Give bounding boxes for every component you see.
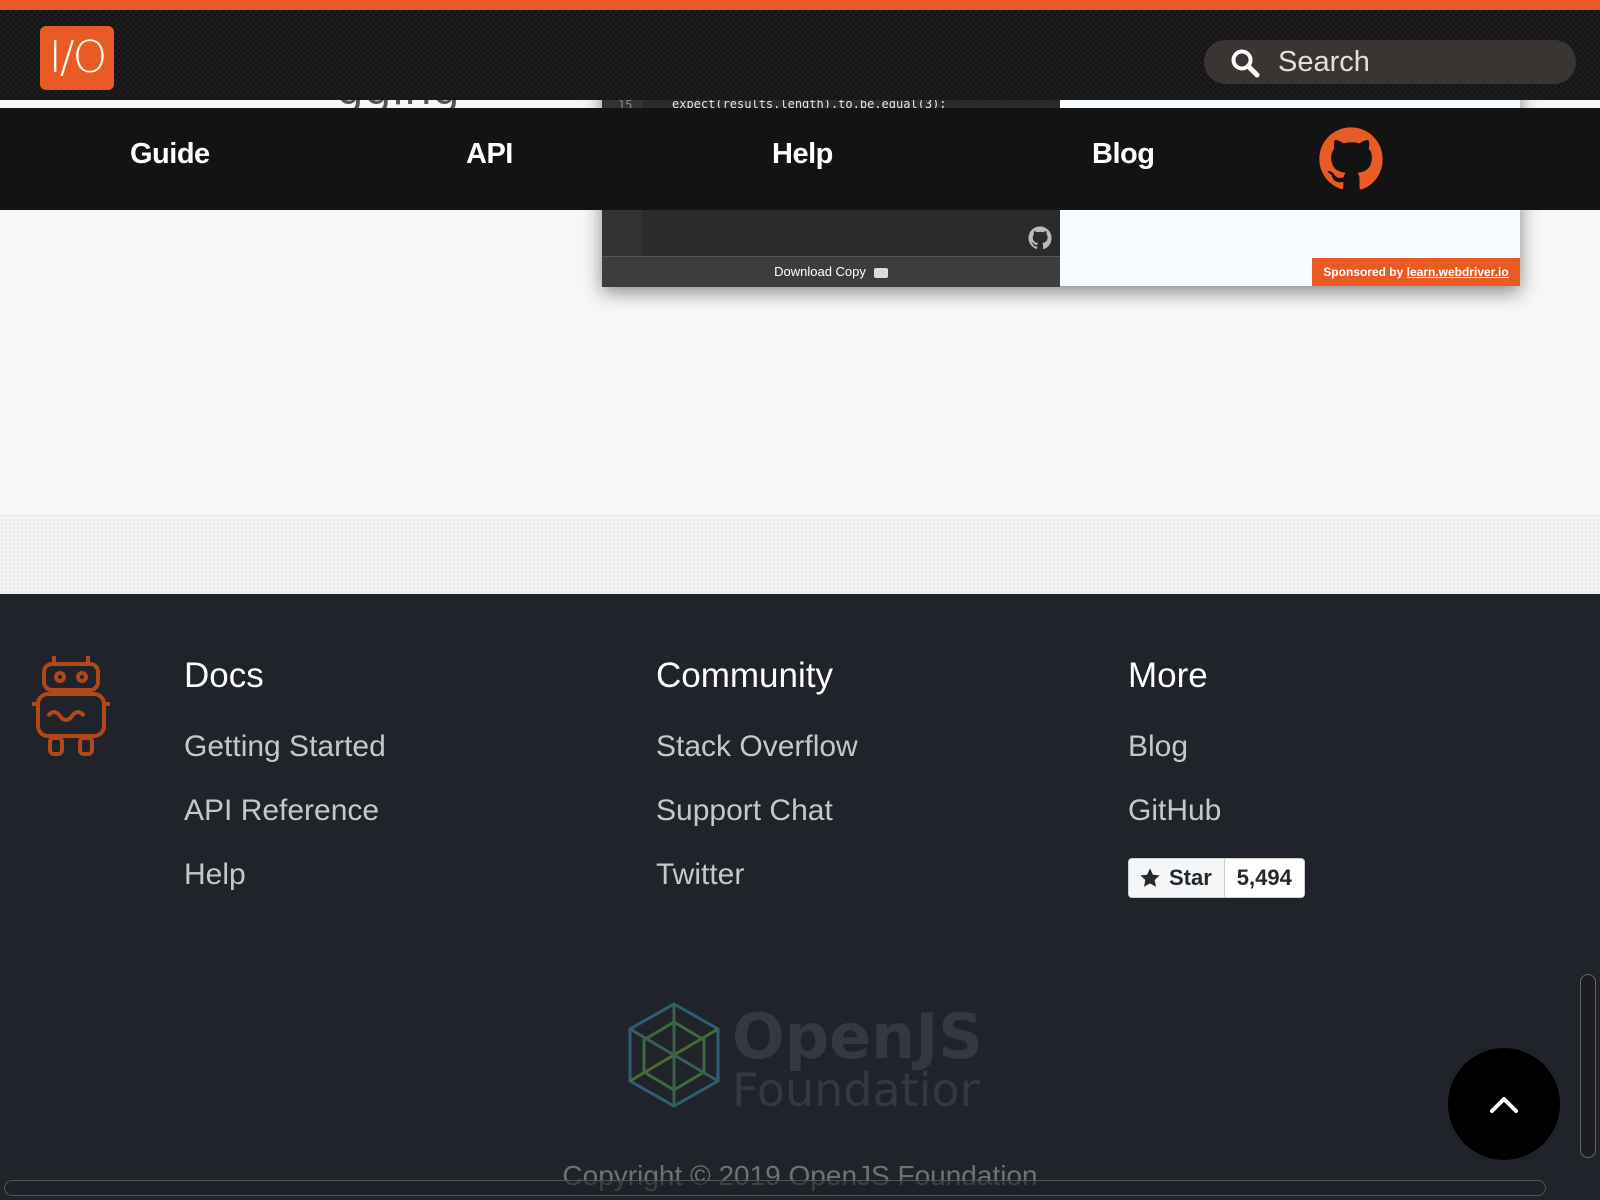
footer-column-title: More	[1128, 656, 1208, 695]
footer-link-github[interactable]: GitHub	[1128, 792, 1221, 830]
openjs-hexagon-icon	[628, 1002, 720, 1108]
search-input[interactable]	[1278, 44, 1558, 80]
star-icon	[1140, 868, 1160, 887]
sponsor-banner[interactable]: Sponsored by learn.webdriver.io	[1312, 258, 1520, 286]
star-count[interactable]: 5,494	[1225, 859, 1304, 897]
site-footer: Docs Getting Started API Reference Help …	[0, 594, 1600, 1200]
nav-item-blog[interactable]: Blog	[1092, 138, 1155, 171]
github-icon[interactable]	[1318, 126, 1384, 192]
horizontal-scrollbar[interactable]	[4, 1180, 1546, 1196]
texture-band	[0, 514, 1600, 594]
download-copy-button[interactable]: Download Copy	[602, 256, 1060, 287]
footer-link-twitter[interactable]: Twitter	[656, 856, 858, 894]
footer-column-more: More Blog GitHub	[1128, 656, 1221, 856]
search-box[interactable]	[1204, 40, 1576, 84]
footer-column-title: Docs	[184, 656, 264, 695]
sponsor-link[interactable]: learn.webdriver.io	[1407, 265, 1509, 279]
download-copy-label: Download Copy	[774, 264, 866, 279]
download-icon	[873, 267, 888, 278]
footer-link-stack-overflow[interactable]: Stack Overflow	[656, 728, 858, 766]
star-button[interactable]: Star	[1129, 859, 1225, 897]
nav-item-help[interactable]: Help	[772, 138, 833, 171]
github-star-widget: Star 5,494	[1128, 858, 1305, 898]
chevron-up-icon	[1490, 1097, 1518, 1113]
vertical-scrollbar[interactable]	[1580, 974, 1596, 1158]
footer-link-getting-started[interactable]: Getting Started	[184, 728, 386, 766]
github-icon[interactable]	[1028, 226, 1052, 250]
footer-link-help[interactable]: Help	[184, 856, 386, 894]
back-to-top-button[interactable]	[1448, 1048, 1560, 1160]
footer-column-docs: Docs Getting Started API Reference Help	[184, 656, 386, 920]
site-logo[interactable]: I/O	[40, 26, 114, 90]
footer-link-support-chat[interactable]: Support Chat	[656, 792, 858, 830]
openjs-line2: Foundation	[732, 1063, 980, 1112]
nav-item-guide[interactable]: Guide	[130, 138, 210, 171]
footer-link-api-reference[interactable]: API Reference	[184, 792, 386, 830]
footer-column-community: Community Stack Overflow Support Chat Tw…	[656, 656, 858, 920]
top-accent-bar	[0, 0, 1600, 10]
sponsor-prefix: Sponsored by	[1323, 265, 1404, 279]
search-icon	[1231, 49, 1260, 78]
footer-link-blog[interactable]: Blog	[1128, 728, 1221, 766]
openjs-foundation-logo[interactable]: OpenJS Foundation	[628, 1002, 980, 1112]
main-nav: Guide API Help Blog	[0, 108, 1600, 210]
nav-item-api[interactable]: API	[466, 138, 513, 171]
site-header: I/O	[0, 10, 1600, 100]
star-label: Star	[1169, 865, 1212, 890]
footer-column-title: Community	[656, 656, 833, 695]
robot-logo-icon[interactable]	[30, 654, 112, 758]
